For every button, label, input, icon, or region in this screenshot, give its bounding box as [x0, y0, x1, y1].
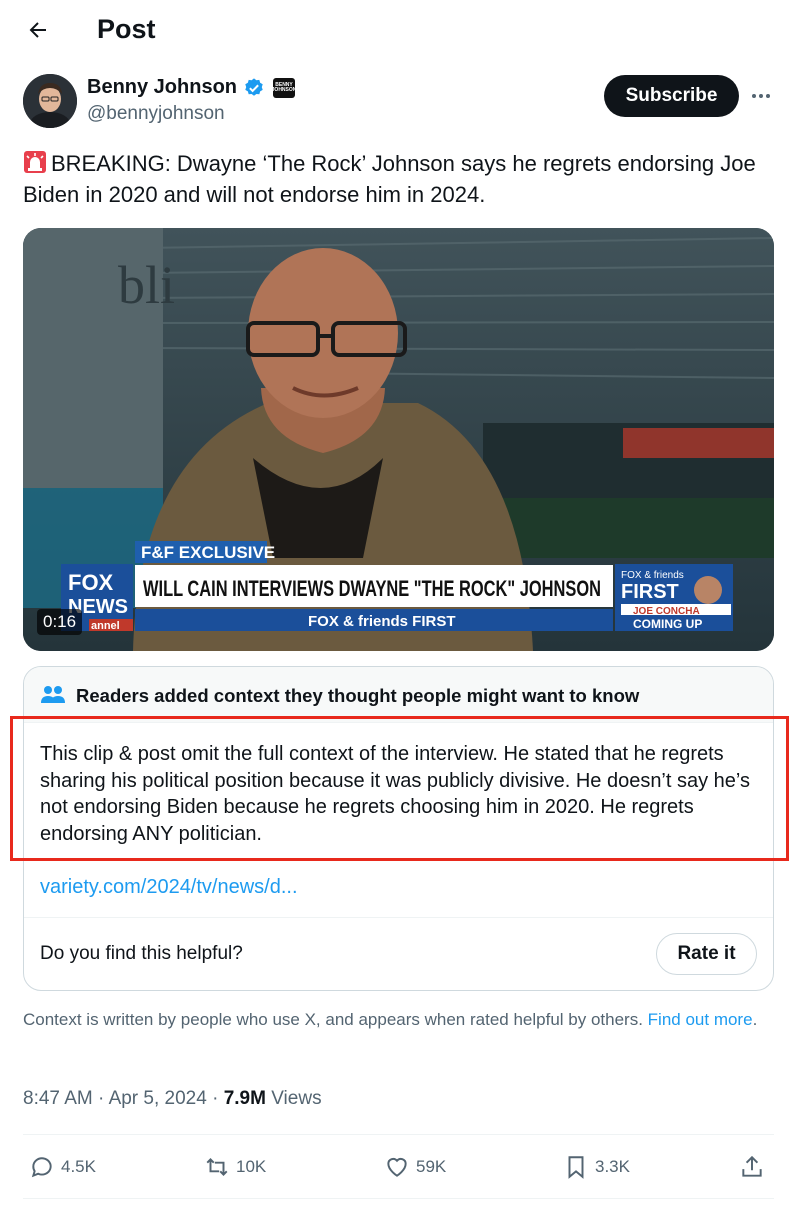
- highlight-annotation: [10, 716, 789, 861]
- like-button[interactable]: 59K: [384, 1150, 446, 1184]
- avatar-image: [23, 74, 77, 128]
- community-note-title: Readers added context they thought peopl…: [76, 685, 640, 706]
- network-logo-line3: annel: [91, 620, 120, 632]
- community-note-source-link[interactable]: variety.com/2024/tv/news/d...: [40, 876, 298, 899]
- chyron-headline: WILL CAIN INTERVIEWS DWAYNE "THE ROCK" J…: [143, 576, 601, 601]
- network-logo-line1: FOX: [68, 570, 114, 595]
- action-bar: 4.5K 10K 59K 3.3K: [23, 1150, 774, 1184]
- page-title: Post: [97, 14, 156, 44]
- bookmark-icon: [568, 1156, 584, 1179]
- subscribe-button[interactable]: Subscribe: [604, 75, 739, 117]
- rate-it-button[interactable]: Rate it: [656, 933, 757, 975]
- post-time[interactable]: 8:47 AM: [23, 1088, 93, 1109]
- promo-name: JOE CONCHA: [633, 606, 700, 617]
- tweet-text: BREAKING: Dwayne ‘The Rock’ Johnson says…: [23, 148, 783, 210]
- reply-icon: [31, 1157, 52, 1178]
- views-count: 7.9M: [223, 1088, 266, 1109]
- background-sign-text: bli: [118, 255, 175, 315]
- heart-icon: [387, 1157, 407, 1177]
- context-footer: Context is written by people who use X, …: [23, 1009, 763, 1030]
- video-frame: bli F&F EXCLUSIVE WILL CAIN INTERVIEWS D…: [23, 228, 774, 651]
- video-player[interactable]: bli F&F EXCLUSIVE WILL CAIN INTERVIEWS D…: [23, 228, 774, 651]
- repost-button[interactable]: 10K: [204, 1150, 266, 1184]
- promo-coming-up: COMING UP: [633, 617, 702, 631]
- meta-separator: ·: [92, 1088, 109, 1109]
- divider: [23, 1198, 774, 1199]
- share-icon: [742, 1155, 762, 1177]
- post-header: Post: [0, 0, 800, 62]
- back-button[interactable]: [22, 14, 54, 46]
- repost-count: 10K: [236, 1157, 267, 1176]
- affiliate-badge-text: BENNY JOHNSON: [271, 81, 297, 93]
- context-footer-text: Context is written by people who use X, …: [23, 1010, 643, 1029]
- chyron-tag: F&F EXCLUSIVE: [141, 543, 275, 562]
- reply-button[interactable]: 4.5K: [29, 1150, 96, 1184]
- rotating-light-icon: [24, 151, 46, 173]
- affiliate-badge-icon[interactable]: BENNY JOHNSON: [271, 77, 297, 98]
- repost-icon: [206, 1158, 228, 1176]
- bookmark-count: 3.3K: [595, 1157, 630, 1176]
- divider: [24, 917, 773, 918]
- views-label: Views: [265, 1088, 322, 1109]
- context-footer-period: .: [752, 1010, 758, 1029]
- post-meta: 8:47 AM · Apr 5, 2024 · 7.9M Views: [23, 1088, 322, 1110]
- author-name[interactable]: Benny Johnson: [87, 76, 237, 99]
- promo-show-big: FIRST: [621, 581, 679, 603]
- helpful-question: Do you find this helpful?: [40, 943, 243, 964]
- divider: [23, 1134, 774, 1135]
- find-out-more-link[interactable]: Find out more: [648, 1010, 753, 1029]
- video-duration: 0:16: [37, 609, 83, 635]
- meta-separator: ·: [206, 1088, 224, 1109]
- avatar[interactable]: [23, 74, 77, 128]
- reply-count: 4.5K: [61, 1157, 96, 1176]
- community-note-header: Readers added context they thought peopl…: [24, 667, 773, 723]
- promo-show-top: FOX & friends: [621, 570, 684, 581]
- more-options-icon[interactable]: [748, 84, 774, 108]
- author-handle[interactable]: @bennyjohnson: [87, 103, 225, 125]
- share-button[interactable]: [739, 1150, 765, 1184]
- post-date[interactable]: Apr 5, 2024: [109, 1088, 207, 1109]
- people-icon: [41, 686, 65, 703]
- bookmark-button[interactable]: 3.3K: [563, 1150, 630, 1184]
- verified-badge-icon: [245, 77, 263, 96]
- like-count: 59K: [416, 1157, 447, 1176]
- chyron-show: FOX & friends FIRST: [308, 613, 456, 630]
- arrow-left-icon: [29, 22, 46, 38]
- author-name-row[interactable]: Benny Johnson BENNY JOHNSON: [87, 76, 297, 99]
- tweet-body: BREAKING: Dwayne ‘The Rock’ Johnson says…: [23, 151, 756, 207]
